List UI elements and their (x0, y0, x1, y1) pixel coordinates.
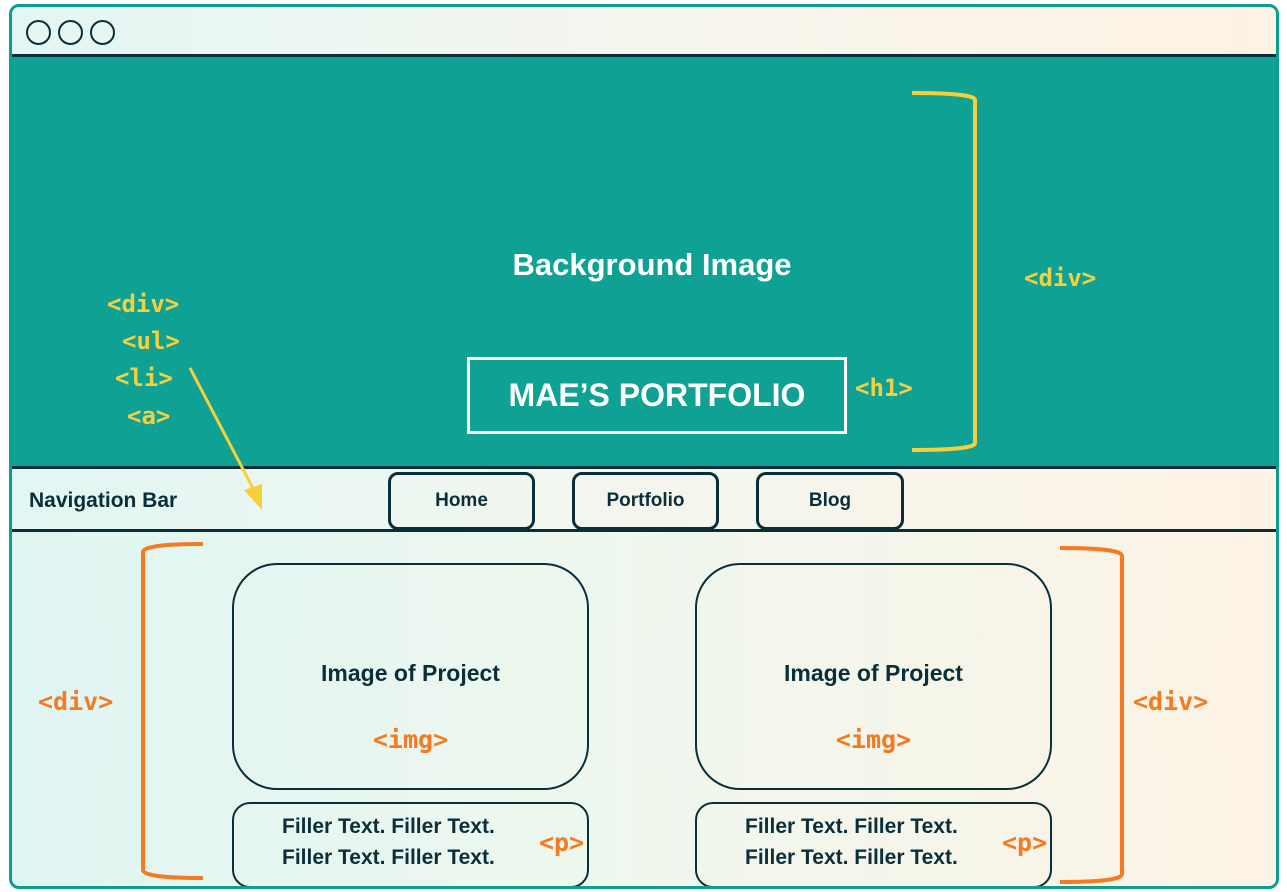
nav-li-tag-label: <li> (115, 364, 173, 392)
project-image-label: Image of Project (321, 660, 500, 686)
right-div-tag-label: <div> (1133, 687, 1209, 716)
nav-div-tag-label: <div> (107, 290, 180, 318)
filler-text-line: Filler Text. Filler Text. (745, 815, 958, 838)
filler-text-line: Filler Text. Filler Text. (745, 846, 958, 869)
navigation-bar: Navigation Bar Home Portfolio Blog (12, 466, 1276, 532)
window-titlebar (12, 7, 1276, 54)
nav-blog-button[interactable]: Blog (756, 472, 904, 530)
nav-home-button[interactable]: Home (388, 472, 535, 530)
nav-a-tag-label: <a> (127, 402, 171, 430)
filler-text-line: Filler Text. Filler Text. (282, 815, 495, 838)
window-control-circle-icon[interactable] (58, 20, 83, 45)
img-tag-label: <img> (372, 725, 449, 754)
project-image-card: Image of Project <img> (232, 563, 589, 790)
window-control-circle-icon[interactable] (90, 20, 115, 45)
browser-window: Background Image MAE’S PORTFOLIO <h1> <d… (9, 4, 1279, 889)
hero-div-tag-label: <div> (1024, 264, 1097, 292)
window-control-circle-icon[interactable] (26, 20, 51, 45)
portfolio-heading: MAE’S PORTFOLIO (467, 357, 847, 434)
project-text-box: Filler Text. Filler Text. Filler Text. F… (695, 802, 1052, 886)
hero-background-label: Background Image (512, 247, 792, 282)
project-image-card: Image of Project <img> (695, 563, 1052, 790)
left-div-tag-label: <div> (38, 687, 114, 716)
nav-portfolio-button[interactable]: Portfolio (572, 472, 719, 530)
p-tag-label: <p> (1002, 828, 1048, 857)
navigation-bar-label: Navigation Bar (29, 489, 178, 512)
h1-tag-label: <h1> (855, 374, 913, 402)
project-image-label: Image of Project (784, 660, 963, 686)
nav-ul-tag-label: <ul> (122, 327, 180, 355)
hero-section: Background Image MAE’S PORTFOLIO <h1> <d… (12, 54, 1276, 469)
project-text-box: Filler Text. Filler Text. Filler Text. F… (232, 802, 589, 886)
p-tag-label: <p> (539, 828, 585, 857)
img-tag-label: <img> (835, 725, 912, 754)
filler-text-line: Filler Text. Filler Text. (282, 846, 495, 869)
